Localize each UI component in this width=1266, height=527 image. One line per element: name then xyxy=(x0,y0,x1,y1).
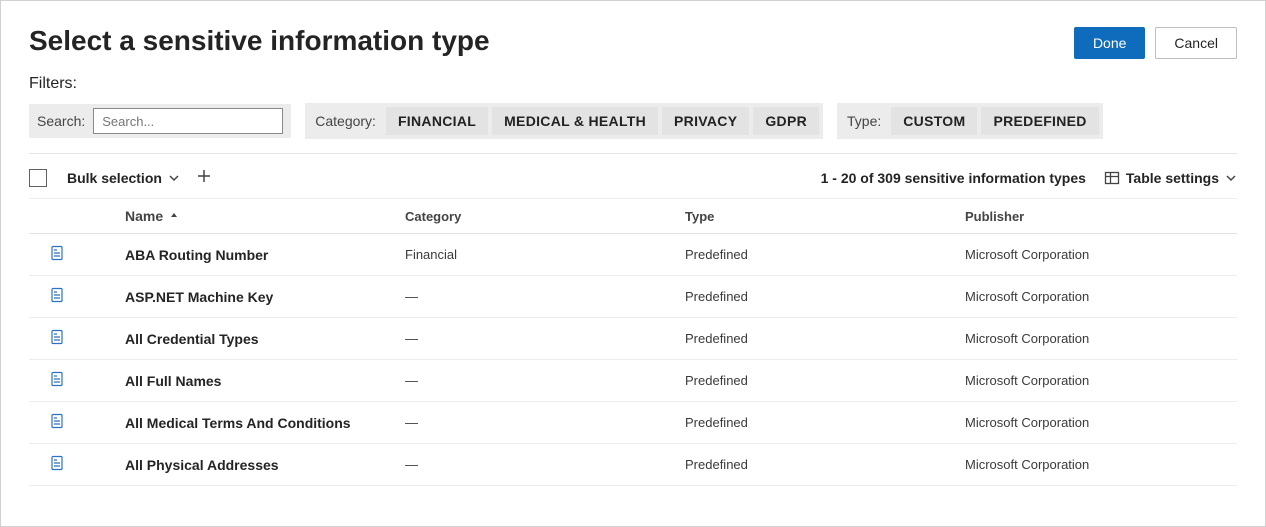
table-row[interactable]: All Full Names — Predefined Microsoft Co… xyxy=(29,360,1237,402)
row-category: — xyxy=(405,373,685,388)
row-publisher: Microsoft Corporation xyxy=(965,331,1237,346)
row-type: Predefined xyxy=(685,415,965,430)
row-category: Financial xyxy=(405,247,685,262)
chevron-down-icon xyxy=(1225,172,1237,184)
search-group: Search: xyxy=(29,104,291,138)
row-icon-cell xyxy=(29,371,85,390)
row-category: — xyxy=(405,457,685,472)
bulk-label: Bulk selection xyxy=(67,170,162,186)
row-name: ASP.NET Machine Key xyxy=(85,289,405,305)
col-type[interactable]: Type xyxy=(685,209,965,224)
document-icon xyxy=(49,455,65,474)
row-name: All Medical Terms And Conditions xyxy=(85,415,405,431)
col-name-label: Name xyxy=(125,208,163,224)
category-chip-medical[interactable]: MEDICAL & HEALTH xyxy=(492,107,658,135)
table-row[interactable]: ASP.NET Machine Key — Predefined Microso… xyxy=(29,276,1237,318)
row-icon-cell xyxy=(29,245,85,264)
page-title: Select a sensitive information type xyxy=(29,25,490,57)
row-publisher: Microsoft Corporation xyxy=(965,247,1237,262)
type-group: Type: CUSTOM PREDEFINED xyxy=(837,103,1103,139)
header-actions: Done Cancel xyxy=(1074,27,1237,59)
category-chip-financial[interactable]: FINANCIAL xyxy=(386,107,488,135)
bulk-selection-toggle[interactable]: Bulk selection xyxy=(67,170,180,186)
table-settings-label: Table settings xyxy=(1126,170,1219,186)
filters-row: Search: Category: FINANCIAL MEDICAL & HE… xyxy=(29,103,1237,139)
add-button[interactable] xyxy=(194,168,214,188)
row-icon-cell xyxy=(29,455,85,474)
col-name[interactable]: Name xyxy=(85,208,405,224)
col-category[interactable]: Category xyxy=(405,209,685,224)
table-settings-icon xyxy=(1104,170,1120,186)
toolbar-left: Bulk selection xyxy=(29,168,214,188)
table-row[interactable]: ABA Routing Number Financial Predefined … xyxy=(29,234,1237,276)
bulk-checkbox[interactable] xyxy=(29,169,47,187)
row-type: Predefined xyxy=(685,373,965,388)
document-icon xyxy=(49,245,65,264)
category-label: Category: xyxy=(309,113,382,129)
search-label: Search: xyxy=(37,113,85,129)
row-publisher: Microsoft Corporation xyxy=(965,415,1237,430)
cancel-button[interactable]: Cancel xyxy=(1155,27,1237,59)
table-toolbar: Bulk selection 1 - 20 of 309 sensitive i… xyxy=(29,154,1237,198)
sort-asc-icon xyxy=(169,211,179,221)
row-publisher: Microsoft Corporation xyxy=(965,289,1237,304)
row-category: — xyxy=(405,415,685,430)
done-button[interactable]: Done xyxy=(1074,27,1145,59)
row-name: All Credential Types xyxy=(85,331,405,347)
type-label: Type: xyxy=(841,113,887,129)
dialog-window: Select a sensitive information type Done… xyxy=(0,0,1266,527)
document-icon xyxy=(49,287,65,306)
row-name: ABA Routing Number xyxy=(85,247,405,263)
table-body: ABA Routing Number Financial Predefined … xyxy=(29,234,1237,486)
row-type: Predefined xyxy=(685,331,965,346)
plus-icon xyxy=(196,168,212,189)
row-icon-cell xyxy=(29,287,85,306)
type-chip-custom[interactable]: CUSTOM xyxy=(891,107,977,135)
row-category: — xyxy=(405,289,685,304)
category-chip-privacy[interactable]: PRIVACY xyxy=(662,107,749,135)
document-icon xyxy=(49,329,65,348)
row-type: Predefined xyxy=(685,457,965,472)
type-chip-predefined[interactable]: PREDEFINED xyxy=(981,107,1098,135)
row-category: — xyxy=(405,331,685,346)
col-publisher[interactable]: Publisher xyxy=(965,209,1237,224)
result-count: 1 - 20 of 309 sensitive information type… xyxy=(821,170,1086,186)
results-table: Name Category Type Publisher ABA Routing… xyxy=(29,198,1237,486)
category-chip-gdpr[interactable]: GDPR xyxy=(753,107,819,135)
category-group: Category: FINANCIAL MEDICAL & HEALTH PRI… xyxy=(305,103,823,139)
document-icon xyxy=(49,371,65,390)
table-row[interactable]: All Physical Addresses — Predefined Micr… xyxy=(29,444,1237,486)
row-name: All Physical Addresses xyxy=(85,457,405,473)
row-type: Predefined xyxy=(685,289,965,304)
search-input[interactable] xyxy=(93,108,283,134)
document-icon xyxy=(49,413,65,432)
toolbar-right: 1 - 20 of 309 sensitive information type… xyxy=(821,170,1237,186)
row-publisher: Microsoft Corporation xyxy=(965,457,1237,472)
filters-label: Filters: xyxy=(29,75,1237,93)
row-icon-cell xyxy=(29,329,85,348)
row-icon-cell xyxy=(29,413,85,432)
row-type: Predefined xyxy=(685,247,965,262)
table-header: Name Category Type Publisher xyxy=(29,198,1237,234)
table-settings-button[interactable]: Table settings xyxy=(1104,170,1237,186)
row-name: All Full Names xyxy=(85,373,405,389)
table-row[interactable]: All Credential Types — Predefined Micros… xyxy=(29,318,1237,360)
header-row: Select a sensitive information type Done… xyxy=(29,21,1237,75)
table-row[interactable]: All Medical Terms And Conditions — Prede… xyxy=(29,402,1237,444)
row-publisher: Microsoft Corporation xyxy=(965,373,1237,388)
chevron-down-icon xyxy=(168,172,180,184)
